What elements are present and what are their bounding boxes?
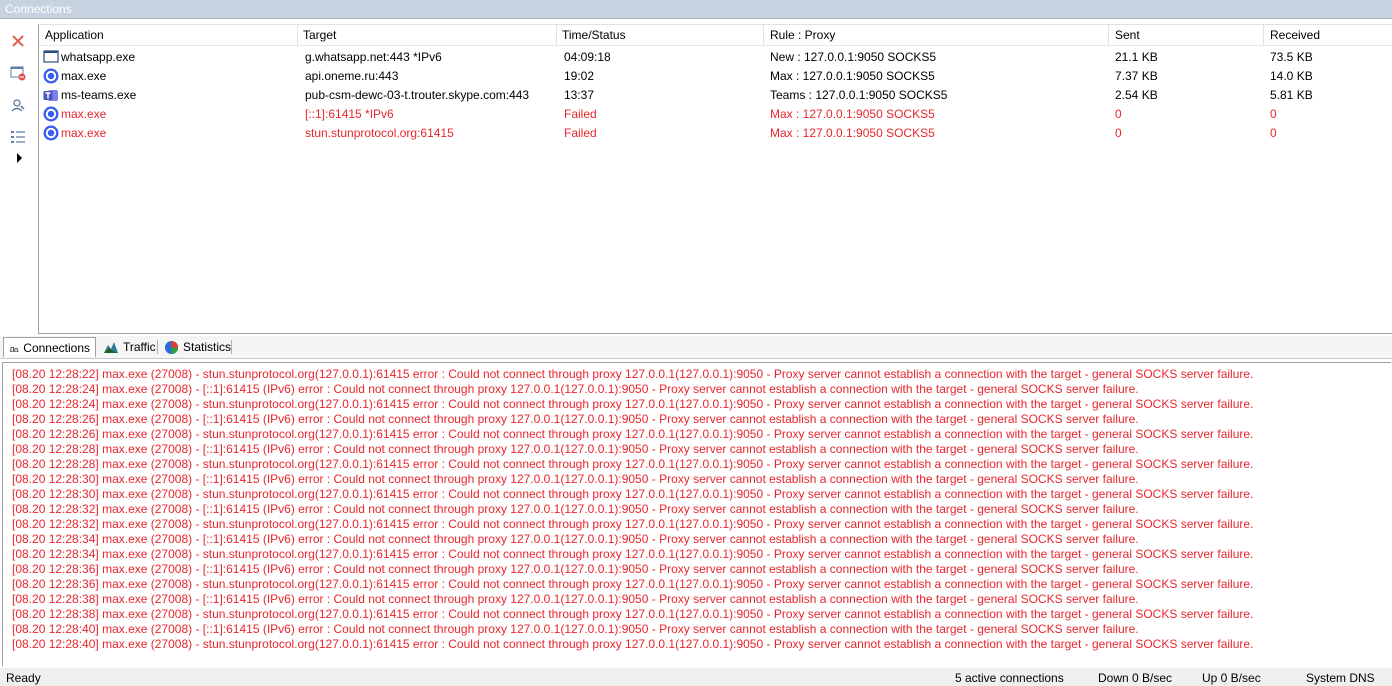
log-line: [08.20 12:28:24] max.exe (27008) - stun.… (12, 397, 1254, 411)
cell-received: 73.5 KB (1270, 50, 1313, 64)
search-user-icon (11, 99, 25, 112)
cell-target: api.oneme.ru:443 (305, 69, 399, 83)
cell-rule-proxy: Max : 127.0.0.1:9050 SOCKS5 (770, 107, 935, 121)
status-up-rate: Up 0 B/sec (1202, 671, 1261, 685)
cell-time-status: Failed (564, 107, 597, 121)
cell-time-status: Failed (564, 126, 597, 140)
status-bar: Ready 5 active connections Down 0 B/sec … (0, 668, 1392, 686)
max-app-icon (43, 125, 59, 141)
cell-time-status: 19:02 (564, 69, 595, 83)
cell-rule-proxy: Max : 127.0.0.1:9050 SOCKS5 (770, 126, 935, 140)
column-header-rule-proxy[interactable]: Rule : Proxy (770, 28, 835, 44)
list-icon (11, 131, 25, 143)
cell-rule-proxy: New : 127.0.0.1:9050 SOCKS5 (770, 50, 937, 64)
play-arrow-icon (17, 153, 22, 163)
x-icon (12, 35, 24, 47)
connections-table: Application Target Time/Status Rule : Pr… (38, 24, 1392, 334)
side-toolbar (0, 19, 38, 334)
cell-received: 14.0 KB (1270, 69, 1313, 83)
column-header-application[interactable]: Application (45, 28, 104, 44)
log-line: [08.20 12:28:38] max.exe (27008) - stun.… (12, 607, 1254, 621)
tab-statistics-label: Statistics (183, 340, 232, 354)
cell-application: max.exe (61, 126, 107, 140)
connections-icon (9, 346, 19, 352)
cell-received: 5.81 KB (1270, 88, 1313, 102)
log-line: [08.20 12:28:40] max.exe (27008) - stun.… (12, 637, 1254, 651)
log-line: [08.20 12:28:28] max.exe (27008) - stun.… (12, 457, 1254, 471)
cell-sent: 21.1 KB (1115, 50, 1158, 64)
teams-app-icon (43, 90, 58, 101)
cell-application: whatsapp.exe (61, 50, 136, 64)
log-line: [08.20 12:28:38] max.exe (27008) - [::1]… (12, 592, 1139, 606)
max-app-icon (43, 106, 59, 122)
cell-application: max.exe (61, 107, 107, 121)
close-connection-button[interactable] (9, 32, 27, 50)
cell-rule-proxy: Max : 127.0.0.1:9050 SOCKS5 (770, 69, 935, 83)
tab-traffic-label: Traffic (123, 340, 156, 354)
log-line: [08.20 12:28:40] max.exe (27008) - [::1]… (12, 622, 1139, 636)
tab-traffic[interactable]: Traffic (98, 337, 161, 357)
status-ready: Ready (6, 671, 41, 685)
log-line: [08.20 12:28:32] max.exe (27008) - [::1]… (12, 502, 1139, 516)
log-line: [08.20 12:28:28] max.exe (27008) - [::1]… (12, 442, 1139, 456)
column-header-sent[interactable]: Sent (1115, 28, 1140, 44)
cell-sent: 2.54 KB (1115, 88, 1158, 102)
column-header-target[interactable]: Target (303, 28, 336, 44)
table-row[interactable]: max.exe stun.stunprotocol.org:61415 Fail… (39, 124, 1392, 143)
log-line: [08.20 12:28:36] max.exe (27008) - [::1]… (12, 562, 1139, 576)
log-panel[interactable]: [08.20 12:28:22] max.exe (27008) - stun.… (2, 362, 1391, 666)
cell-target: g.whatsapp.net:443 *IPv6 (305, 50, 442, 64)
log-line: [08.20 12:28:26] max.exe (27008) - [::1]… (12, 412, 1139, 426)
status-active-connections: 5 active connections (955, 671, 1064, 685)
tab-statistics[interactable]: Statistics (159, 337, 236, 357)
expand-button[interactable] (9, 149, 27, 167)
cell-target: stun.stunprotocol.org:61415 (305, 126, 454, 140)
log-line: [08.20 12:28:34] max.exe (27008) - [::1]… (12, 532, 1139, 546)
table-row[interactable]: whatsapp.exe g.whatsapp.net:443 *IPv6 04… (39, 48, 1392, 67)
cell-rule-proxy: Teams : 127.0.0.1:9050 SOCKS5 (770, 88, 948, 102)
cell-sent: 7.37 KB (1115, 69, 1158, 83)
block-button[interactable] (9, 64, 27, 82)
traffic-chart-icon (104, 342, 118, 353)
cell-target: [::1]:61415 *IPv6 (305, 107, 394, 121)
cell-time-status: 13:37 (564, 88, 595, 102)
log-line: [08.20 12:28:26] max.exe (27008) - stun.… (12, 427, 1254, 441)
table-row[interactable]: ms-teams.exe pub-csm-dewc-03-t.trouter.s… (39, 86, 1392, 105)
bottom-tab-bar: Connections Traffic Statistics (0, 336, 1392, 359)
cell-application: ms-teams.exe (61, 88, 137, 102)
cell-received: 0 (1270, 126, 1277, 140)
block-window-icon (10, 66, 26, 81)
status-dns[interactable]: System DNS (1306, 671, 1375, 685)
log-line: [08.20 12:28:24] max.exe (27008) - [::1]… (12, 382, 1139, 396)
window-app-icon (43, 50, 59, 63)
log-line: [08.20 12:28:30] max.exe (27008) - stun.… (12, 487, 1254, 501)
table-header: Application Target Time/Status Rule : Pr… (39, 25, 1392, 46)
tab-connections[interactable]: Connections (3, 337, 96, 357)
column-header-time-status[interactable]: Time/Status (562, 28, 626, 44)
cell-received: 0 (1270, 107, 1277, 121)
window-title: Connections (5, 2, 72, 16)
table-row[interactable]: max.exe api.oneme.ru:443 19:02 Max : 127… (39, 67, 1392, 86)
column-header-received[interactable]: Received (1270, 28, 1320, 44)
log-line: [08.20 12:28:22] max.exe (27008) - stun.… (12, 367, 1254, 381)
table-row[interactable]: max.exe [::1]:61415 *IPv6 Failed Max : 1… (39, 105, 1392, 124)
cell-application: max.exe (61, 69, 107, 83)
status-down-rate: Down 0 B/sec (1098, 671, 1173, 685)
cell-sent: 0 (1115, 107, 1122, 121)
log-line: [08.20 12:28:36] max.exe (27008) - stun.… (12, 577, 1254, 591)
pie-chart-icon (164, 340, 179, 354)
cell-sent: 0 (1115, 126, 1122, 140)
list-view-button[interactable] (9, 128, 27, 146)
max-app-icon (43, 68, 59, 84)
log-line: [08.20 12:28:32] max.exe (27008) - stun.… (12, 517, 1254, 531)
title-bar: Connections (0, 0, 1392, 19)
cell-time-status: 04:09:18 (564, 50, 611, 64)
cell-target: pub-csm-dewc-03-t.trouter.skype.com:443 (305, 88, 530, 102)
log-line: [08.20 12:28:34] max.exe (27008) - stun.… (12, 547, 1254, 561)
log-line: [08.20 12:28:30] max.exe (27008) - [::1]… (12, 472, 1139, 486)
find-button[interactable] (9, 96, 27, 114)
tab-connections-label: Connections (23, 340, 90, 355)
